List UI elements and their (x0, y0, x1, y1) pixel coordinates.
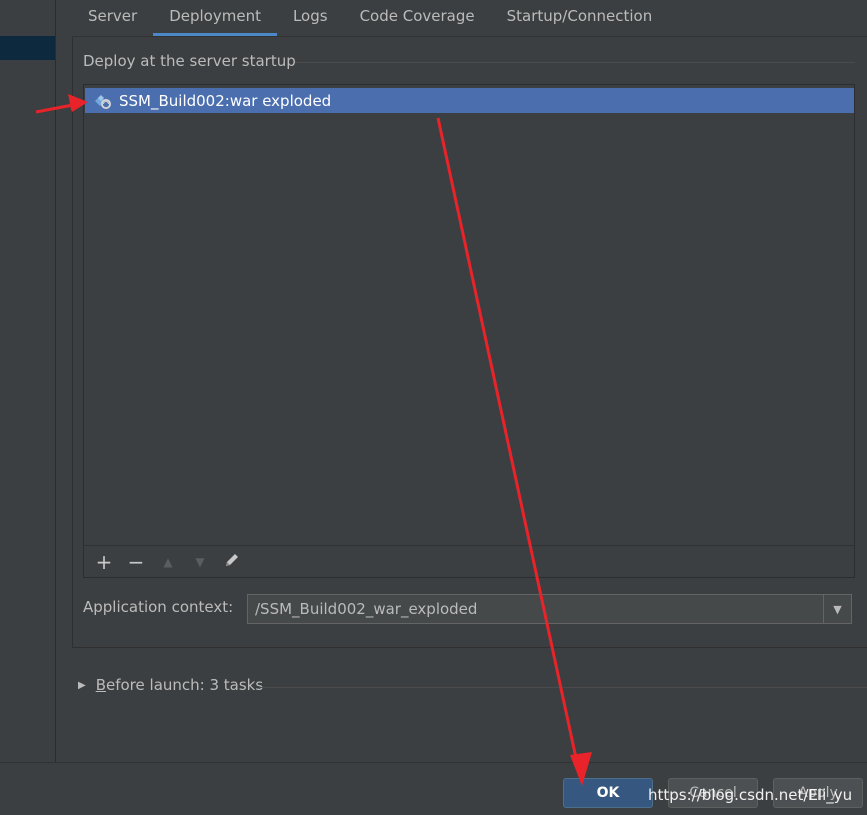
application-context-value[interactable]: /SSM_Build002_war_exploded (248, 600, 823, 618)
before-launch-divider (259, 687, 867, 688)
tab-startup-connection[interactable]: Startup/Connection (491, 0, 669, 36)
application-context-combo[interactable]: /SSM_Build002_war_exploded ▼ (247, 594, 852, 624)
pencil-icon (223, 550, 241, 574)
application-context-label: Application context: (83, 598, 234, 616)
tab-server[interactable]: Server (72, 0, 153, 36)
section-divider (295, 62, 855, 63)
deploy-artifact-list: SSM_Build002:war exploded + − ▲ ▼ (83, 84, 855, 578)
before-launch-toggle[interactable]: ▶ Before launch: 3 tasks (78, 676, 263, 694)
add-button[interactable]: + (92, 550, 116, 574)
watermark-text: https://blog.csdn.net/Eli_yu (648, 786, 853, 804)
ok-button[interactable]: OK (563, 778, 653, 808)
left-selected-item[interactable] (0, 36, 55, 60)
expand-arrow-icon[interactable]: ▶ (78, 680, 86, 691)
move-down-button[interactable]: ▼ (188, 550, 212, 574)
move-up-button[interactable]: ▲ (156, 550, 180, 574)
left-config-panel (0, 0, 56, 762)
tab-bar: Server Deployment Logs Code Coverage Sta… (72, 0, 668, 36)
tab-logs[interactable]: Logs (277, 0, 344, 36)
tab-code-coverage[interactable]: Code Coverage (344, 0, 491, 36)
list-toolbar: + − ▲ ▼ (84, 545, 854, 577)
section-title: Deploy at the server startup (83, 52, 296, 70)
tab-deployment[interactable]: Deployment (153, 0, 277, 36)
list-item-label: SSM_Build002:war exploded (119, 91, 332, 110)
list-item-artifact[interactable]: SSM_Build002:war exploded (85, 88, 854, 113)
edit-button[interactable] (220, 550, 244, 574)
remove-button[interactable]: − (124, 550, 148, 574)
footer-divider (0, 762, 867, 763)
chevron-down-icon[interactable]: ▼ (823, 595, 851, 623)
before-launch-label: Before launch: 3 tasks (95, 676, 264, 694)
artifact-icon (93, 92, 113, 110)
